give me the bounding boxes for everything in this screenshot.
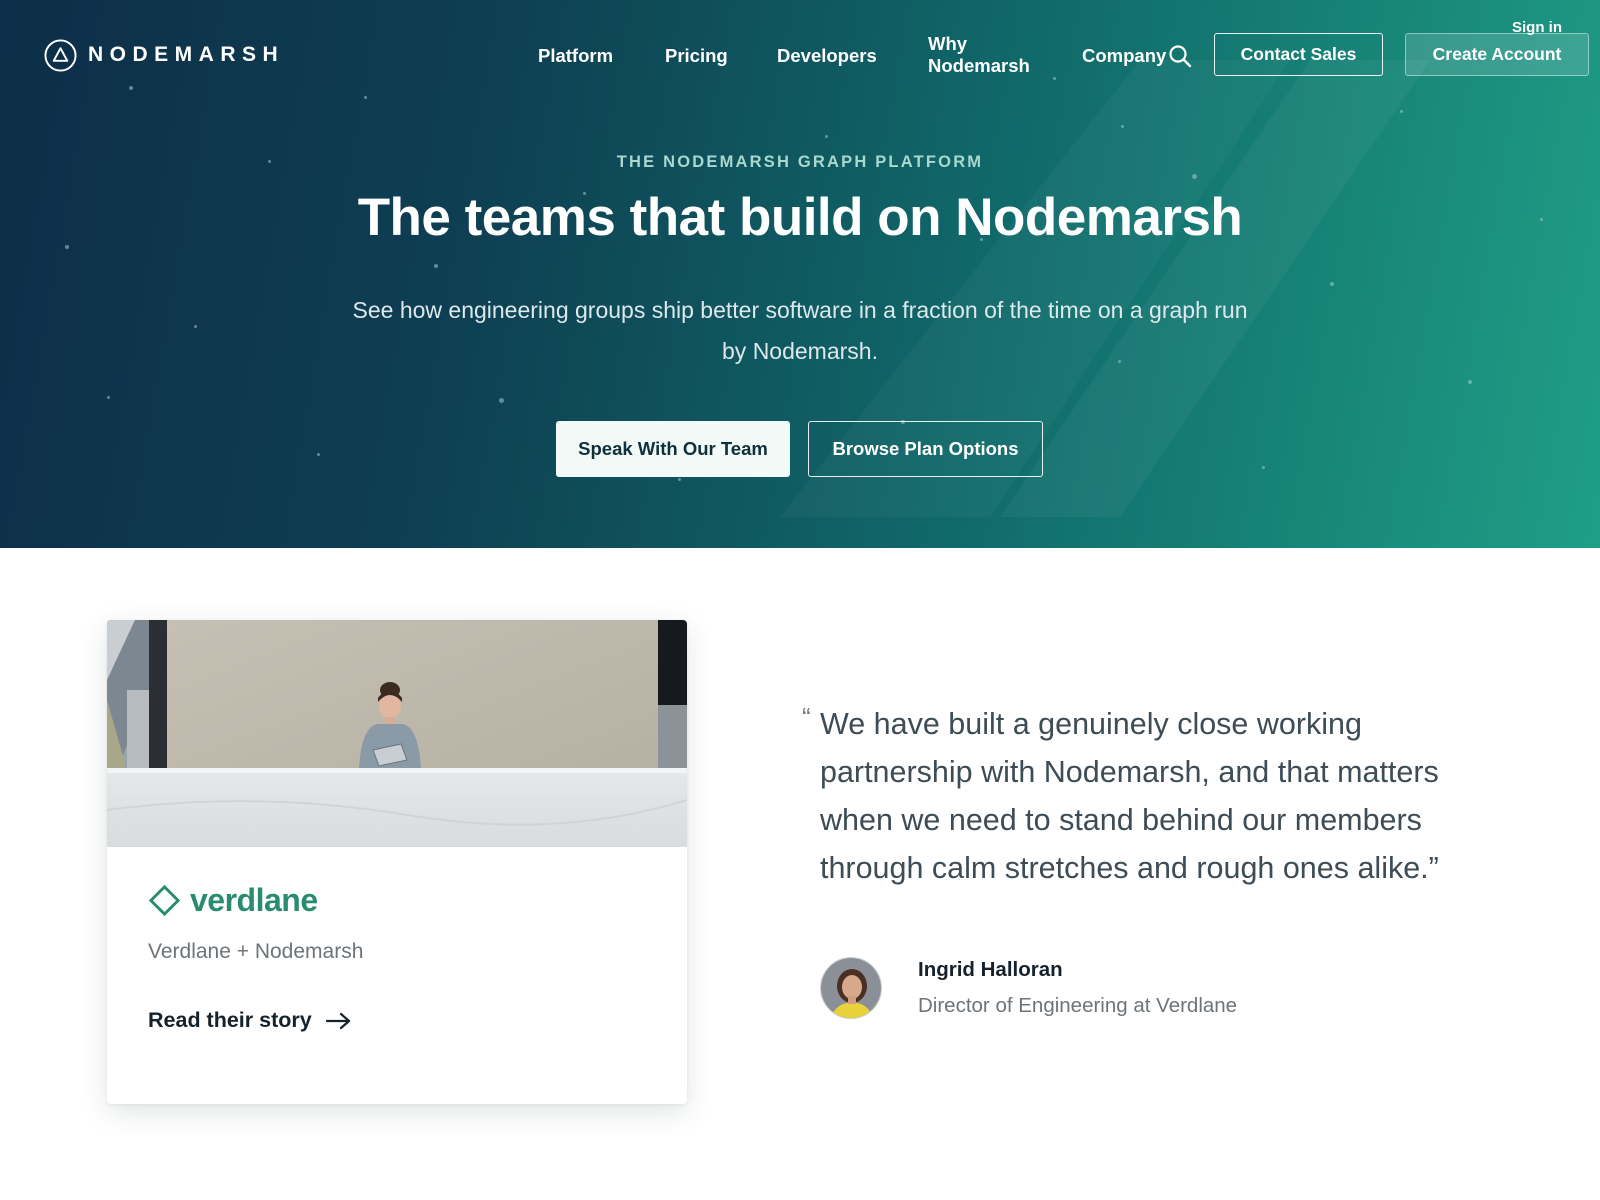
testimonial-quote: We have built a genuinely close working … xyxy=(820,707,1439,885)
star-dot xyxy=(434,264,438,268)
logo-wordmark: NODEMARSH xyxy=(88,43,285,66)
star-dot xyxy=(1330,282,1334,286)
star-dot xyxy=(1468,380,1472,384)
create-account-button[interactable]: Create Account xyxy=(1405,33,1589,76)
testimonial-author-title: Director of Engineering at Verdlane xyxy=(918,994,1238,1017)
nav-link-why-nodemarsh[interactable]: Why Nodemarsh xyxy=(928,33,1038,77)
hero-stripe-decoration xyxy=(1000,60,1430,517)
star-dot xyxy=(129,86,133,90)
hero-subtitle: See how engineering groups ship better s… xyxy=(352,297,1248,364)
nav-link-pricing[interactable]: Pricing xyxy=(665,45,728,67)
avatar xyxy=(820,957,882,1019)
star-dot xyxy=(1400,110,1403,113)
contact-sales-button[interactable]: Contact Sales xyxy=(1214,33,1383,76)
diamond-outline-icon xyxy=(148,884,181,916)
case-study-card: verdlane Verdlane + Nodemarsh Read their… xyxy=(107,620,687,1104)
nav-link-platform[interactable]: Platform xyxy=(538,45,613,67)
star-dot xyxy=(1121,125,1124,128)
star-dot xyxy=(1192,174,1197,179)
read-story-label: Read their story xyxy=(148,1008,312,1032)
page-title: The teams that build on Nodemarsh xyxy=(357,188,1243,247)
person-portrait xyxy=(821,958,881,1018)
search-icon[interactable] xyxy=(1168,44,1192,68)
company-name: verdlane xyxy=(190,881,318,918)
browse-plans-button[interactable]: Browse Plan Options xyxy=(808,421,1043,477)
read-story-link[interactable]: Read their story xyxy=(148,1008,352,1033)
star-dot xyxy=(825,135,828,138)
star-dot xyxy=(364,96,367,99)
nav-link-developers[interactable]: Developers xyxy=(777,45,877,67)
nav-link-company[interactable]: Company xyxy=(1082,45,1166,67)
company-brand: verdlane xyxy=(148,880,318,920)
star-dot xyxy=(678,478,681,481)
star-dot xyxy=(317,453,320,456)
star-dot xyxy=(1053,77,1056,80)
testimonial-author-name: Ingrid Halloran xyxy=(918,958,1063,981)
star-dot xyxy=(1262,466,1265,469)
partnership-label: Verdlane + Nodemarsh xyxy=(148,940,364,963)
site-logo[interactable]: NODEMARSH xyxy=(44,38,284,72)
star-dot xyxy=(499,398,504,403)
star-dot xyxy=(107,396,110,399)
hero-eyebrow: THE NODEMARSH GRAPH PLATFORM xyxy=(616,153,984,171)
open-quote-mark: “ xyxy=(802,702,811,732)
arrow-right-icon xyxy=(325,1012,350,1029)
star-dot xyxy=(194,325,197,328)
case-study-photo xyxy=(107,620,687,847)
speak-with-team-button[interactable]: Speak With Our Team xyxy=(556,421,790,477)
hero-section: NODEMARSH Platform Pricing Developers Wh… xyxy=(0,0,1600,548)
triangle-in-circle-icon xyxy=(44,38,77,72)
